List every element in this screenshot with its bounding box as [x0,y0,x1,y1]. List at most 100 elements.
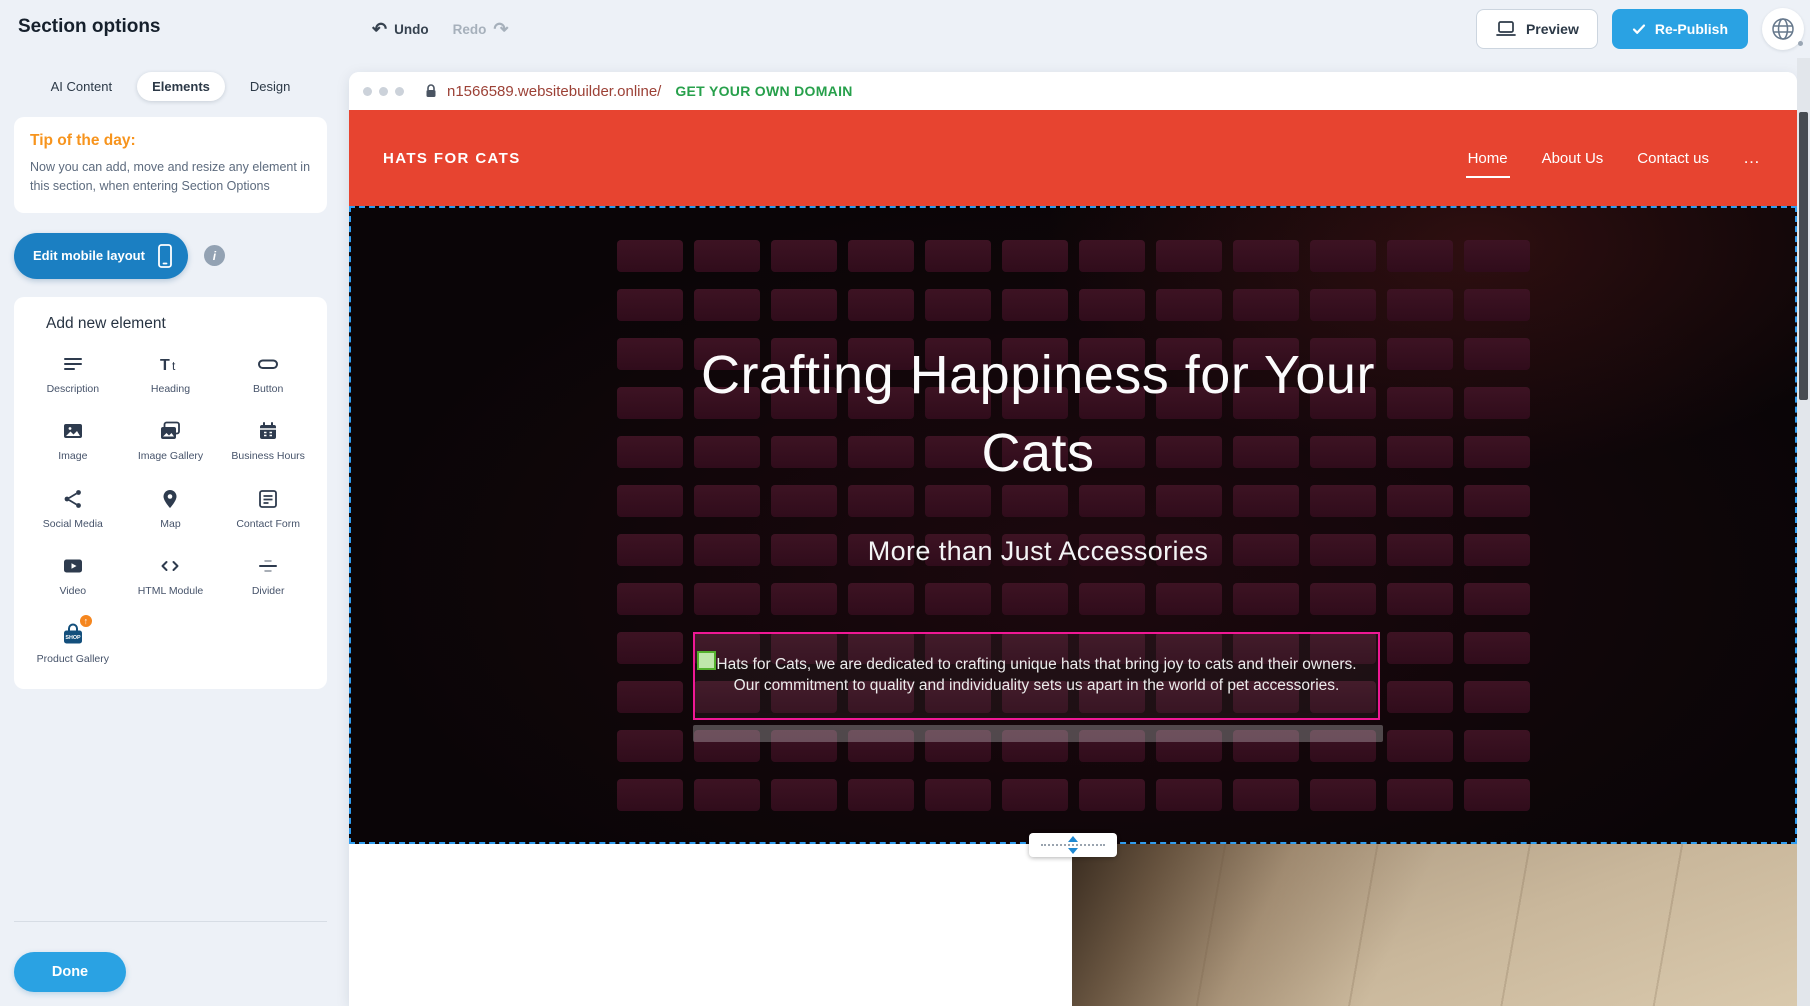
element-product-gallery[interactable]: SHOP ↑ Product Gallery [26,621,120,667]
hero-tile [1387,240,1453,272]
html-module-icon [158,553,182,579]
tab-ai-content[interactable]: AI Content [36,72,127,101]
browser-bar: n1566589.websitebuilder.online/ GET YOUR… [349,72,1797,110]
topbar: Section options ↶ Undo Redo ↷ Preview [0,0,1810,58]
element-html-module[interactable]: HTML Module [124,553,218,599]
hero-tile [1464,289,1530,321]
info-icon[interactable]: i [204,245,225,266]
hero-tile [1233,779,1299,811]
window-dot [363,87,372,96]
hero-tile [848,779,914,811]
hero-tile [1464,387,1530,419]
hero-tile [925,289,991,321]
element-heading[interactable]: Tt Heading [124,351,218,397]
hero-tile [617,387,683,419]
hero-tile [617,485,683,517]
next-section[interactable] [349,844,1797,1006]
element-video[interactable]: Video [26,553,120,599]
hero-tile [694,583,760,615]
svg-text:SHOP: SHOP [65,635,81,641]
undo-button[interactable]: ↶ Undo [372,20,429,38]
redo-icon: ↷ [493,20,508,38]
element-business-hours[interactable]: Business Hours [221,418,315,464]
hero-tile [1310,779,1376,811]
phone-icon [157,243,173,269]
hero-section[interactable]: Crafting Happiness for Your Cats More th… [349,206,1797,844]
element-social-media[interactable]: Social Media [26,486,120,532]
description-icon [61,351,85,377]
selected-text-element[interactable]: Hats for Cats, we are dedicated to craft… [693,632,1380,720]
tip-title: Tip of the day: [30,132,311,150]
image-icon [61,418,85,444]
edit-mobile-layout-button[interactable]: Edit mobile layout [14,233,188,279]
element-image[interactable]: Image [26,418,120,464]
hero-tile [771,240,837,272]
hero-tile [1464,534,1530,566]
add-element-title: Add new element [46,315,315,333]
hero-tile [1387,632,1453,664]
svg-text:t: t [172,359,176,373]
language-globe-button[interactable] [1762,8,1804,50]
hero-tile [1387,289,1453,321]
window-dot [379,87,388,96]
get-domain-link[interactable]: GET YOUR OWN DOMAIN [675,83,852,99]
divider-icon [256,553,280,579]
nav-home[interactable]: Home [1466,146,1510,171]
element-divider[interactable]: Divider [221,553,315,599]
site-nav: Home About Us Contact us … [1466,144,1763,172]
hero-tile [1079,289,1145,321]
redo-button[interactable]: Redo ↷ [453,20,509,38]
hero-tile [1310,289,1376,321]
hero-tile [1156,779,1222,811]
element-map[interactable]: Map [124,486,218,532]
hero-paragraph[interactable]: Hats for Cats, we are dedicated to craft… [707,654,1366,696]
tab-design[interactable]: Design [235,72,305,101]
element-placeholder-bar [693,725,1383,742]
button-icon [256,351,280,377]
hero-tile [1464,583,1530,615]
hero-tile [1387,387,1453,419]
hero-tile [771,583,837,615]
hero-tile [1233,240,1299,272]
social-media-icon [61,486,85,512]
page-scrollbar[interactable] [1797,58,1810,1006]
contact-form-icon [256,486,280,512]
tip-body: Now you can add, move and resize any ele… [30,158,311,196]
dotted-line-icon [1041,844,1105,846]
nav-about-us[interactable]: About Us [1540,146,1606,171]
nav-contact-us[interactable]: Contact us [1635,146,1711,171]
tab-elements[interactable]: Elements [137,72,225,101]
check-icon [1632,23,1646,35]
hero-tile [1156,240,1222,272]
hero-tile [1464,779,1530,811]
canvas: n1566589.websitebuilder.online/ GET YOUR… [349,72,1797,1006]
element-button[interactable]: Button [221,351,315,397]
product-gallery-icon: SHOP ↑ [60,621,86,647]
hero-subheading[interactable]: More than Just Accessories [693,536,1383,567]
hero-tile [617,436,683,468]
republish-button[interactable]: Re-Publish [1612,9,1748,49]
element-contact-form[interactable]: Contact Form [221,486,315,532]
globe-icon [1770,16,1796,42]
hero-tile [925,779,991,811]
preview-button[interactable]: Preview [1476,9,1598,49]
add-element-card: Add new element Description Tt Heading B… [14,297,327,689]
sidebar-divider [14,921,327,922]
element-image-gallery[interactable]: Image Gallery [124,418,218,464]
heading-icon: Tt [158,351,182,377]
site-logo: HATS FOR CATS [383,150,521,167]
hero-tile [617,730,683,762]
section-resize-handle[interactable] [1029,833,1117,857]
undo-icon: ↶ [372,20,387,38]
element-description[interactable]: Description [26,351,120,397]
hero-tile [771,289,837,321]
hero-tile [617,632,683,664]
hero-tile [1464,240,1530,272]
hero-heading[interactable]: Crafting Happiness for Your Cats [693,336,1383,492]
done-button[interactable]: Done [14,952,126,992]
hero-tile [1079,779,1145,811]
nav-more-button[interactable]: … [1741,144,1763,172]
business-hours-icon [256,418,280,444]
hero-tile [925,240,991,272]
scrollbar-thumb[interactable] [1799,112,1808,400]
